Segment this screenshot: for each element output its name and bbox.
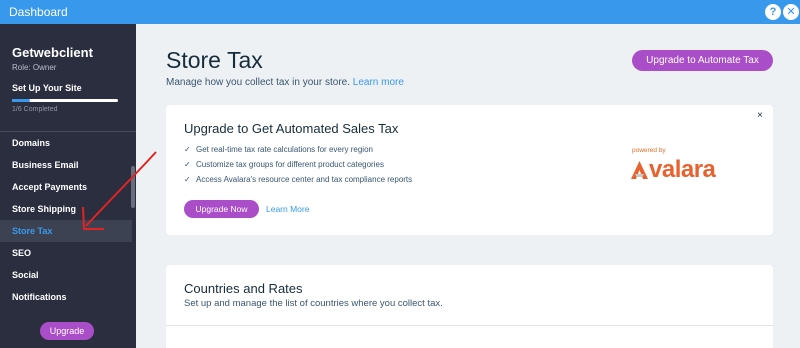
learn-more-link[interactable]: Learn more	[353, 77, 404, 88]
powered-by-label: powered by	[632, 147, 666, 154]
avalara-a-icon	[631, 161, 648, 179]
setup-title[interactable]: Set Up Your Site	[12, 83, 82, 93]
list-item: ✓ Get real-time tax rate calculations for…	[184, 145, 373, 154]
check-icon: ✓	[184, 160, 191, 169]
sidebar-item-business-email[interactable]: Business Email	[0, 154, 132, 176]
setup-progress-fill	[12, 99, 30, 102]
sidebar-item-store-shipping[interactable]: Store Shipping	[0, 198, 132, 220]
sidebar: Getwebclient Role: Owner Set Up Your Sit…	[0, 24, 136, 348]
setup-completed-count: 1/6 Completed	[12, 106, 58, 113]
promo-heading: Upgrade to Get Automated Sales Tax	[184, 121, 399, 136]
countries-heading: Countries and Rates	[184, 281, 303, 296]
promo-feature-list: ✓ Get real-time tax rate calculations for…	[184, 145, 412, 190]
main-content: Store Tax Manage how you collect tax in …	[136, 24, 800, 348]
sidebar-item-accept-payments[interactable]: Accept Payments	[0, 176, 132, 198]
list-item: ✓ Customize tax groups for different prod…	[184, 160, 384, 169]
learn-more-link[interactable]: Learn More	[266, 204, 309, 214]
close-icon[interactable]: ×	[757, 110, 763, 121]
role-label: Role: Owner	[12, 63, 57, 72]
page-title: Store Tax	[166, 47, 263, 73]
window-title: Dashboard	[9, 5, 68, 19]
sidebar-item-social[interactable]: Social	[0, 264, 132, 286]
avalara-wordmark: valara	[649, 156, 716, 183]
sidebar-item-store-tax[interactable]: Store Tax	[0, 220, 132, 242]
sidebar-scrollbar[interactable]	[131, 166, 135, 208]
countries-subtitle: Set up and manage the list of countries …	[184, 298, 443, 309]
upgrade-to-automate-tax-button[interactable]: Upgrade to Automate Tax	[632, 50, 773, 71]
window-titlebar: Dashboard ? ✕	[0, 0, 800, 24]
check-icon: ✓	[184, 175, 191, 184]
countries-and-rates-card: Countries and Rates Set up and manage th…	[166, 265, 773, 348]
help-icon[interactable]: ?	[765, 4, 781, 20]
sidebar-item-notifications[interactable]: Notifications	[0, 286, 132, 308]
sidebar-item-domains[interactable]: Domains	[0, 132, 132, 154]
site-name[interactable]: Getwebclient	[12, 45, 93, 60]
close-icon[interactable]: ✕	[783, 4, 799, 20]
sidebar-item-seo[interactable]: SEO	[0, 242, 132, 264]
page-subtitle: Manage how you collect tax in your store…	[166, 77, 404, 88]
setup-progress-bar	[12, 99, 118, 102]
upgrade-now-button[interactable]: Upgrade Now	[184, 200, 259, 218]
check-icon: ✓	[184, 145, 191, 154]
avalara-logo: valara	[630, 156, 716, 184]
card-divider	[166, 325, 773, 326]
automated-tax-promo-card: × Upgrade to Get Automated Sales Tax ✓ Ge…	[166, 105, 773, 235]
sidebar-nav: Domains Business Email Accept Payments S…	[0, 132, 132, 308]
upgrade-button[interactable]: Upgrade	[40, 322, 94, 340]
page-subtitle-text: Manage how you collect tax in your store…	[166, 77, 350, 88]
list-item: ✓ Access Avalara's resource center and ta…	[184, 175, 413, 184]
